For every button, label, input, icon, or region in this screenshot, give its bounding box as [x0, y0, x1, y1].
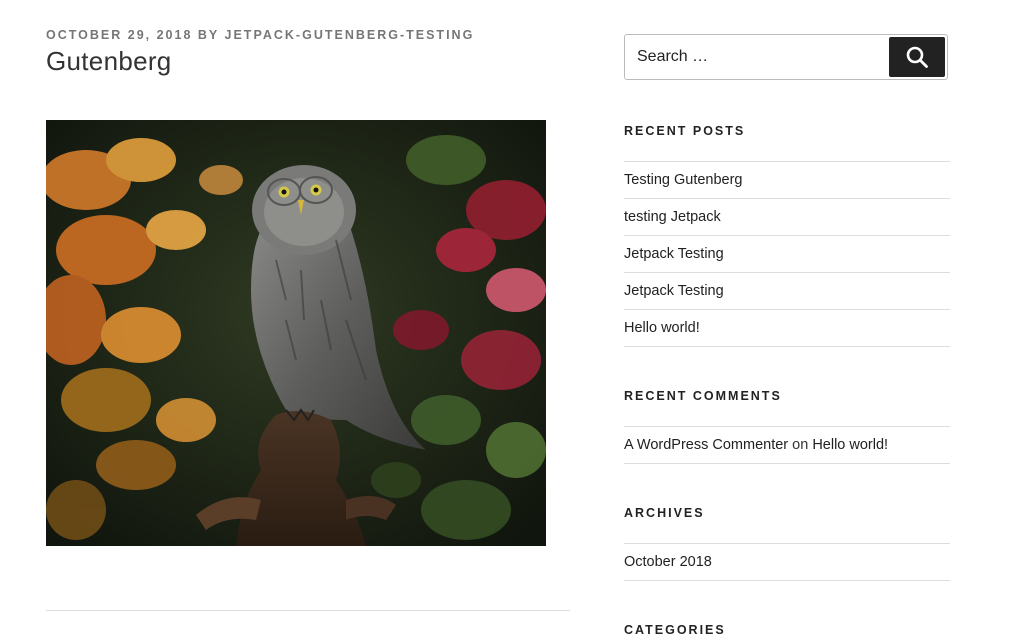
recent-post-link[interactable]: Jetpack Testing: [624, 246, 724, 262]
post-divider: [46, 610, 570, 611]
owl-photo: [46, 120, 546, 546]
post-by-label: BY: [197, 28, 220, 42]
post-title: Gutenberg: [46, 46, 172, 76]
archive-link[interactable]: October 2018: [624, 554, 712, 570]
recent-post-link[interactable]: Jetpack Testing: [624, 283, 724, 299]
list-item: Jetpack Testing: [624, 273, 950, 310]
comment-author-link[interactable]: A WordPress Commenter: [624, 437, 788, 453]
featured-image[interactable]: [46, 120, 546, 546]
list-item: Testing Gutenberg: [624, 162, 950, 199]
post-date-link[interactable]: OCTOBER 29, 2018: [46, 28, 192, 42]
post-author-link[interactable]: JETPACK-GUTENBERG-TESTING: [225, 28, 475, 42]
list-item: A WordPress Commenter on Hello world!: [624, 427, 950, 464]
recent-posts-title: RECENT POSTS: [624, 124, 746, 138]
recent-post-link[interactable]: Testing Gutenberg: [624, 172, 743, 188]
recent-posts-list: Testing Gutenberg testing Jetpack Jetpac…: [624, 161, 950, 347]
categories-title: CATEGORIES: [624, 623, 726, 637]
list-item: Jetpack Testing: [624, 236, 950, 273]
recent-comments-title: RECENT COMMENTS: [624, 389, 782, 403]
list-item: testing Jetpack: [624, 199, 950, 236]
recent-post-link[interactable]: testing Jetpack: [624, 209, 721, 225]
comment-on-label: on: [792, 437, 809, 453]
list-item: October 2018: [624, 544, 950, 581]
search-button[interactable]: [889, 37, 945, 77]
archives-title: ARCHIVES: [624, 506, 705, 520]
search-icon: [906, 46, 928, 68]
archives-list: October 2018: [624, 543, 950, 581]
list-item: Hello world!: [624, 310, 950, 347]
search-input[interactable]: [625, 35, 887, 79]
search-form: [624, 34, 948, 80]
recent-post-link[interactable]: Hello world!: [624, 320, 700, 336]
recent-comments-list: A WordPress Commenter on Hello world!: [624, 426, 950, 464]
post-meta: OCTOBER 29, 2018 BY JETPACK-GUTENBERG-TE…: [46, 28, 474, 42]
comment-post-link[interactable]: Hello world!: [812, 437, 888, 453]
